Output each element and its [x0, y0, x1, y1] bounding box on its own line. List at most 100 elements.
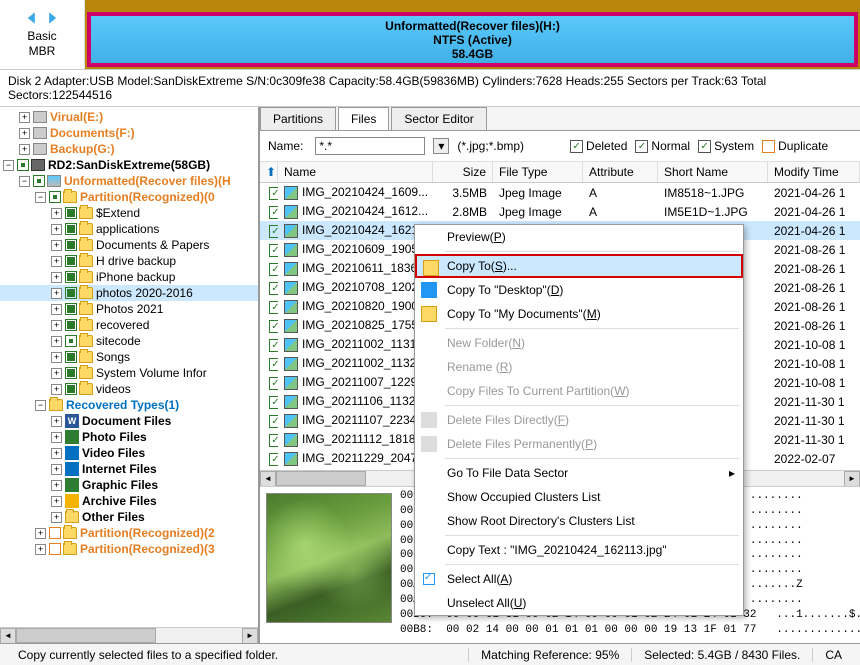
tree-item[interactable]: +WDocument Files: [0, 413, 258, 429]
tree-checkbox[interactable]: [65, 223, 77, 235]
tree-expander[interactable]: +: [51, 352, 62, 363]
file-checkbox[interactable]: [269, 358, 278, 371]
col-name[interactable]: Name: [278, 162, 433, 182]
menu-copy-desktop[interactable]: Copy To "Desktop"(D): [415, 278, 743, 302]
tree-item[interactable]: +Graphic Files: [0, 477, 258, 493]
tree-expander[interactable]: +: [51, 480, 62, 491]
tree-checkbox[interactable]: [65, 239, 77, 251]
volume-bar[interactable]: Unformatted(Recover files)(H:) NTFS (Act…: [85, 0, 860, 69]
tree-item[interactable]: +Partition(Recognized)(2: [0, 525, 258, 541]
tree-expander[interactable]: +: [51, 384, 62, 395]
tree-checkbox[interactable]: [65, 319, 77, 331]
file-checkbox[interactable]: [269, 187, 278, 200]
col-mod[interactable]: Modify Time: [768, 162, 860, 182]
tree-item[interactable]: −Unformatted(Recover files)(H: [0, 173, 258, 189]
tree-item[interactable]: +H drive backup: [0, 253, 258, 269]
tree-expander[interactable]: −: [35, 400, 46, 411]
file-row[interactable]: IMG_20210424_1612...2.8MBJpeg ImageAIM5E…: [260, 202, 860, 221]
menu-select-all[interactable]: Select All(A): [415, 567, 743, 591]
chk-duplicate[interactable]: [762, 140, 775, 153]
tree-checkbox[interactable]: [65, 303, 77, 315]
tree-item[interactable]: +$Extend: [0, 205, 258, 221]
tree-checkbox[interactable]: [65, 351, 77, 363]
menu-copy-text[interactable]: Copy Text : "IMG_20210424_162113.jpg": [415, 538, 743, 562]
menu-goto-sector[interactable]: Go To File Data Sector▸: [415, 461, 743, 485]
file-checkbox[interactable]: [269, 206, 278, 219]
file-checkbox[interactable]: [269, 301, 278, 314]
tree-hscroll[interactable]: ◄ ►: [0, 627, 258, 643]
tree-expander[interactable]: +: [19, 144, 30, 155]
tree-expander[interactable]: +: [51, 416, 62, 427]
tree-item[interactable]: −Recovered Types(1): [0, 397, 258, 413]
tree-item[interactable]: +Video Files: [0, 445, 258, 461]
tree-item[interactable]: +Internet Files: [0, 461, 258, 477]
col-attr[interactable]: Attribute: [583, 162, 658, 182]
tree-expander[interactable]: +: [51, 224, 62, 235]
tree-item[interactable]: +Other Files: [0, 509, 258, 525]
tree-expander[interactable]: +: [19, 128, 30, 139]
tree-item[interactable]: +photos 2020-2016: [0, 285, 258, 301]
tree-item[interactable]: +recovered: [0, 317, 258, 333]
tree-expander[interactable]: +: [51, 464, 62, 475]
tree-item[interactable]: +Documents & Papers: [0, 237, 258, 253]
file-checkbox[interactable]: [269, 415, 278, 428]
menu-copy-to[interactable]: Copy To(S)...: [415, 254, 743, 278]
tree-item[interactable]: +videos: [0, 381, 258, 397]
col-short[interactable]: Short Name: [658, 162, 768, 182]
file-checkbox[interactable]: [269, 339, 278, 352]
nav-back-icon[interactable]: [25, 11, 39, 25]
tree-checkbox[interactable]: [65, 383, 77, 395]
file-checkbox[interactable]: [269, 225, 278, 238]
tree-expander[interactable]: +: [51, 496, 62, 507]
menu-show-root[interactable]: Show Root Directory's Clusters List: [415, 509, 743, 533]
col-size[interactable]: Size: [433, 162, 493, 182]
menu-unselect-all[interactable]: Unselect All(U): [415, 591, 743, 615]
tree-expander[interactable]: +: [51, 304, 62, 315]
file-checkbox[interactable]: [269, 434, 278, 447]
tree-expander[interactable]: +: [51, 336, 62, 347]
tree-expander[interactable]: +: [51, 448, 62, 459]
file-checkbox[interactable]: [269, 282, 278, 295]
tree-expander[interactable]: +: [19, 112, 30, 123]
tree-item[interactable]: +Archive Files: [0, 493, 258, 509]
file-checkbox[interactable]: [269, 396, 278, 409]
tree-checkbox[interactable]: [49, 527, 61, 539]
tree-item[interactable]: +applications: [0, 221, 258, 237]
tree-item[interactable]: +Photos 2021: [0, 301, 258, 317]
tree-expander[interactable]: +: [51, 368, 62, 379]
tree-expander[interactable]: +: [51, 512, 62, 523]
tree-expander[interactable]: −: [35, 192, 46, 203]
tree-expander[interactable]: +: [51, 272, 62, 283]
file-checkbox[interactable]: [269, 453, 278, 466]
tree-expander[interactable]: +: [35, 544, 46, 555]
name-filter-input[interactable]: [315, 137, 425, 155]
col-up-arrow[interactable]: ⬆: [260, 162, 278, 182]
tree-checkbox[interactable]: [65, 287, 77, 299]
tree-expander[interactable]: +: [51, 208, 62, 219]
tree-checkbox[interactable]: [65, 255, 77, 267]
tree-item[interactable]: +Virual(E:): [0, 109, 258, 125]
tab-partitions[interactable]: Partitions: [260, 107, 336, 130]
tree-expander[interactable]: −: [3, 160, 14, 171]
tree-expander[interactable]: +: [51, 320, 62, 331]
col-type[interactable]: File Type: [493, 162, 583, 182]
menu-show-occupied[interactable]: Show Occupied Clusters List: [415, 485, 743, 509]
tree-item[interactable]: −RD2:SanDiskExtreme(58GB): [0, 157, 258, 173]
nav-forward-icon[interactable]: [45, 11, 59, 25]
tree-item[interactable]: +Partition(Recognized)(3: [0, 541, 258, 557]
tree-checkbox[interactable]: [49, 191, 61, 203]
name-filter-dropdown[interactable]: ▾: [433, 138, 449, 154]
tree-expander[interactable]: +: [51, 240, 62, 251]
tree-item[interactable]: +sitecode: [0, 333, 258, 349]
tree-item[interactable]: +System Volume Infor: [0, 365, 258, 381]
file-row[interactable]: IMG_20210424_1609...3.5MBJpeg ImageAIM85…: [260, 183, 860, 202]
tree-checkbox[interactable]: [65, 207, 77, 219]
tree-checkbox[interactable]: [49, 543, 61, 555]
tree-expander[interactable]: +: [51, 288, 62, 299]
tree-item[interactable]: +Backup(G:): [0, 141, 258, 157]
tree-checkbox[interactable]: [65, 335, 77, 347]
file-checkbox[interactable]: [269, 244, 278, 257]
tree-item[interactable]: −Partition(Recognized)(0: [0, 189, 258, 205]
tree-item[interactable]: +Photo Files: [0, 429, 258, 445]
tree-checkbox[interactable]: [33, 175, 45, 187]
